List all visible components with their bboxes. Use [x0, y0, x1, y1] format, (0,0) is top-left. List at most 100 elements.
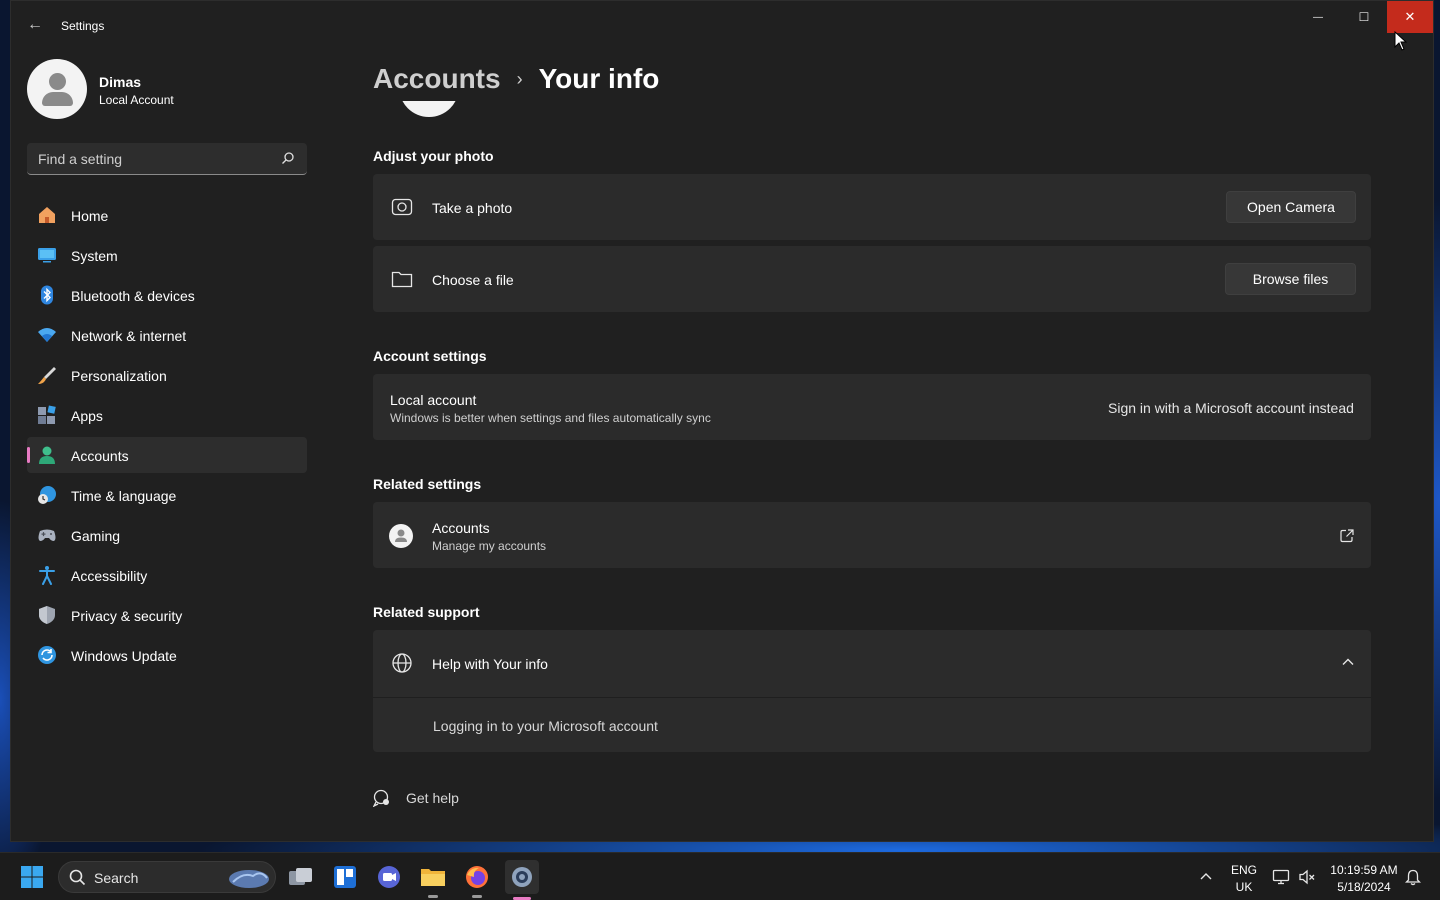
- brush-icon: [38, 367, 56, 384]
- sidebar-item-personalization[interactable]: Personalization: [27, 357, 307, 393]
- sidebar-item-label: Accessibility: [71, 568, 148, 584]
- local-account-title: Local account: [390, 392, 477, 408]
- take-photo-card: Take a photo Open Camera: [373, 174, 1371, 240]
- chat-icon: [378, 866, 400, 888]
- system-icon: [38, 248, 56, 263]
- section-heading-account-settings: Account settings: [373, 348, 487, 364]
- gamepad-icon: [38, 529, 56, 541]
- sidebar-item-privacy[interactable]: Privacy & security: [27, 597, 307, 633]
- open-camera-button[interactable]: Open Camera: [1226, 191, 1356, 223]
- clock-date: 5/18/2024: [1337, 880, 1391, 894]
- start-button[interactable]: [16, 861, 48, 893]
- running-indicator: [428, 895, 438, 898]
- minimize-button[interactable]: —: [1295, 1, 1341, 33]
- chevron-up-icon[interactable]: [1199, 872, 1213, 881]
- sidebar-item-bluetooth[interactable]: Bluetooth & devices: [27, 277, 307, 313]
- sidebar-nav: Home System Bluetooth & devices Network …: [27, 197, 307, 677]
- sidebar-item-windows-update[interactable]: Windows Update: [27, 637, 307, 673]
- sidebar-item-accounts[interactable]: Accounts: [27, 437, 307, 473]
- sidebar-item-home[interactable]: Home: [27, 197, 307, 233]
- search-input[interactable]: [27, 143, 267, 174]
- help-expander: Help with Your info Logging in to your M…: [373, 630, 1371, 752]
- chevron-up-icon[interactable]: [1341, 657, 1355, 667]
- sidebar-item-apps[interactable]: Apps: [27, 397, 307, 433]
- chevron-right-icon: ›: [516, 68, 523, 89]
- sidebar-item-gaming[interactable]: Gaming: [27, 517, 307, 553]
- minimize-icon: —: [1313, 11, 1323, 23]
- widgets-button[interactable]: [329, 861, 361, 893]
- notification-bell-icon[interactable]: [1405, 869, 1421, 886]
- firefox-icon: [466, 866, 488, 888]
- sidebar-item-system[interactable]: System: [27, 237, 307, 273]
- taskbar-search-label: Search: [94, 870, 139, 886]
- help-chat-icon: [373, 789, 389, 807]
- settings-taskbar-button[interactable]: [505, 860, 539, 894]
- file-explorer-button[interactable]: [417, 861, 449, 893]
- profile-header: Dimas Local Account: [27, 59, 317, 119]
- browse-files-button[interactable]: Browse files: [1225, 263, 1356, 295]
- folder-icon: [391, 271, 413, 288]
- page-title: Your info: [538, 63, 660, 94]
- sidebar-item-label: Network & internet: [71, 328, 187, 344]
- camera-icon: [391, 198, 413, 216]
- sidebar-item-time-language[interactable]: Time & language: [27, 477, 307, 513]
- help-expander-header[interactable]: Help with Your info: [373, 630, 1371, 697]
- home-icon: [39, 207, 55, 223]
- language-code: ENG: [1230, 863, 1257, 877]
- mouse-cursor-icon: [1394, 31, 1408, 51]
- taskbar-search[interactable]: Search: [58, 861, 276, 893]
- section-heading-related-support: Related support: [373, 604, 480, 620]
- globe-clock-icon: [38, 486, 56, 504]
- volume-muted-icon[interactable]: [1298, 868, 1316, 886]
- profile-account-type: Local Account: [99, 93, 174, 107]
- task-view-button[interactable]: [285, 861, 317, 893]
- external-link-icon: [1340, 529, 1354, 543]
- search-icon: [69, 869, 86, 886]
- take-photo-label: Take a photo: [432, 200, 513, 216]
- profile-name: Dimas: [99, 74, 142, 90]
- account-avatar-icon: [389, 524, 413, 548]
- sidebar-item-label: Windows Update: [71, 648, 177, 664]
- sidebar-item-label: Home: [71, 208, 109, 224]
- related-accounts-subtitle: Manage my accounts: [432, 539, 547, 553]
- settings-window: ← Settings — ☐ ✕ Dimas Local Account Fin…: [10, 0, 1434, 842]
- settings-gear-icon: [512, 867, 532, 887]
- help-title: Help with Your info: [432, 656, 548, 672]
- network-icon[interactable]: [1272, 868, 1290, 886]
- sidebar-item-accessibility[interactable]: Accessibility: [27, 557, 307, 593]
- running-indicator: [472, 895, 482, 898]
- get-help-link[interactable]: Get help: [373, 787, 483, 809]
- maximize-button[interactable]: ☐: [1341, 1, 1387, 33]
- settings-search: [27, 143, 307, 175]
- related-accounts-card[interactable]: Accounts Manage my accounts: [373, 502, 1371, 568]
- sidebar-item-label: System: [71, 248, 118, 264]
- back-arrow-icon: ←: [27, 16, 43, 33]
- divider: [373, 697, 1371, 698]
- wifi-icon: [38, 328, 56, 342]
- profile-picture: [399, 101, 459, 117]
- search-icon[interactable]: [281, 151, 295, 165]
- language-indicator[interactable]: ENG UK: [1226, 863, 1262, 894]
- taskbar: Search ENG UK 10:19:59 AM 5/18/2024: [0, 852, 1440, 900]
- task-view-icon: [289, 868, 312, 885]
- sidebar-item-network[interactable]: Network & internet: [27, 317, 307, 353]
- globe-icon: [392, 653, 412, 673]
- local-account-card: Local account Windows is better when set…: [373, 374, 1371, 440]
- windows-logo-icon: [21, 866, 43, 888]
- back-button[interactable]: ←: [23, 11, 47, 39]
- teams-button[interactable]: [373, 861, 405, 893]
- close-button[interactable]: ✕: [1387, 1, 1433, 33]
- sidebar-item-label: Privacy & security: [71, 608, 183, 624]
- sign-in-microsoft-link[interactable]: Sign in with a Microsoft account instead: [1108, 400, 1354, 416]
- help-link-logging-in[interactable]: Logging in to your Microsoft account: [433, 718, 658, 734]
- widgets-icon: [334, 866, 356, 888]
- clock[interactable]: 10:19:59 AM 5/18/2024: [1326, 863, 1402, 894]
- local-account-subtitle: Windows is better when settings and file…: [390, 411, 711, 425]
- folder-icon: [421, 869, 445, 886]
- search-highlight-icon: [229, 870, 269, 888]
- section-heading-adjust-photo: Adjust your photo: [373, 148, 494, 164]
- firefox-button[interactable]: [461, 861, 493, 893]
- bluetooth-icon: [41, 285, 53, 305]
- breadcrumb-parent[interactable]: Accounts: [373, 63, 501, 95]
- sidebar-item-label: Personalization: [71, 368, 167, 384]
